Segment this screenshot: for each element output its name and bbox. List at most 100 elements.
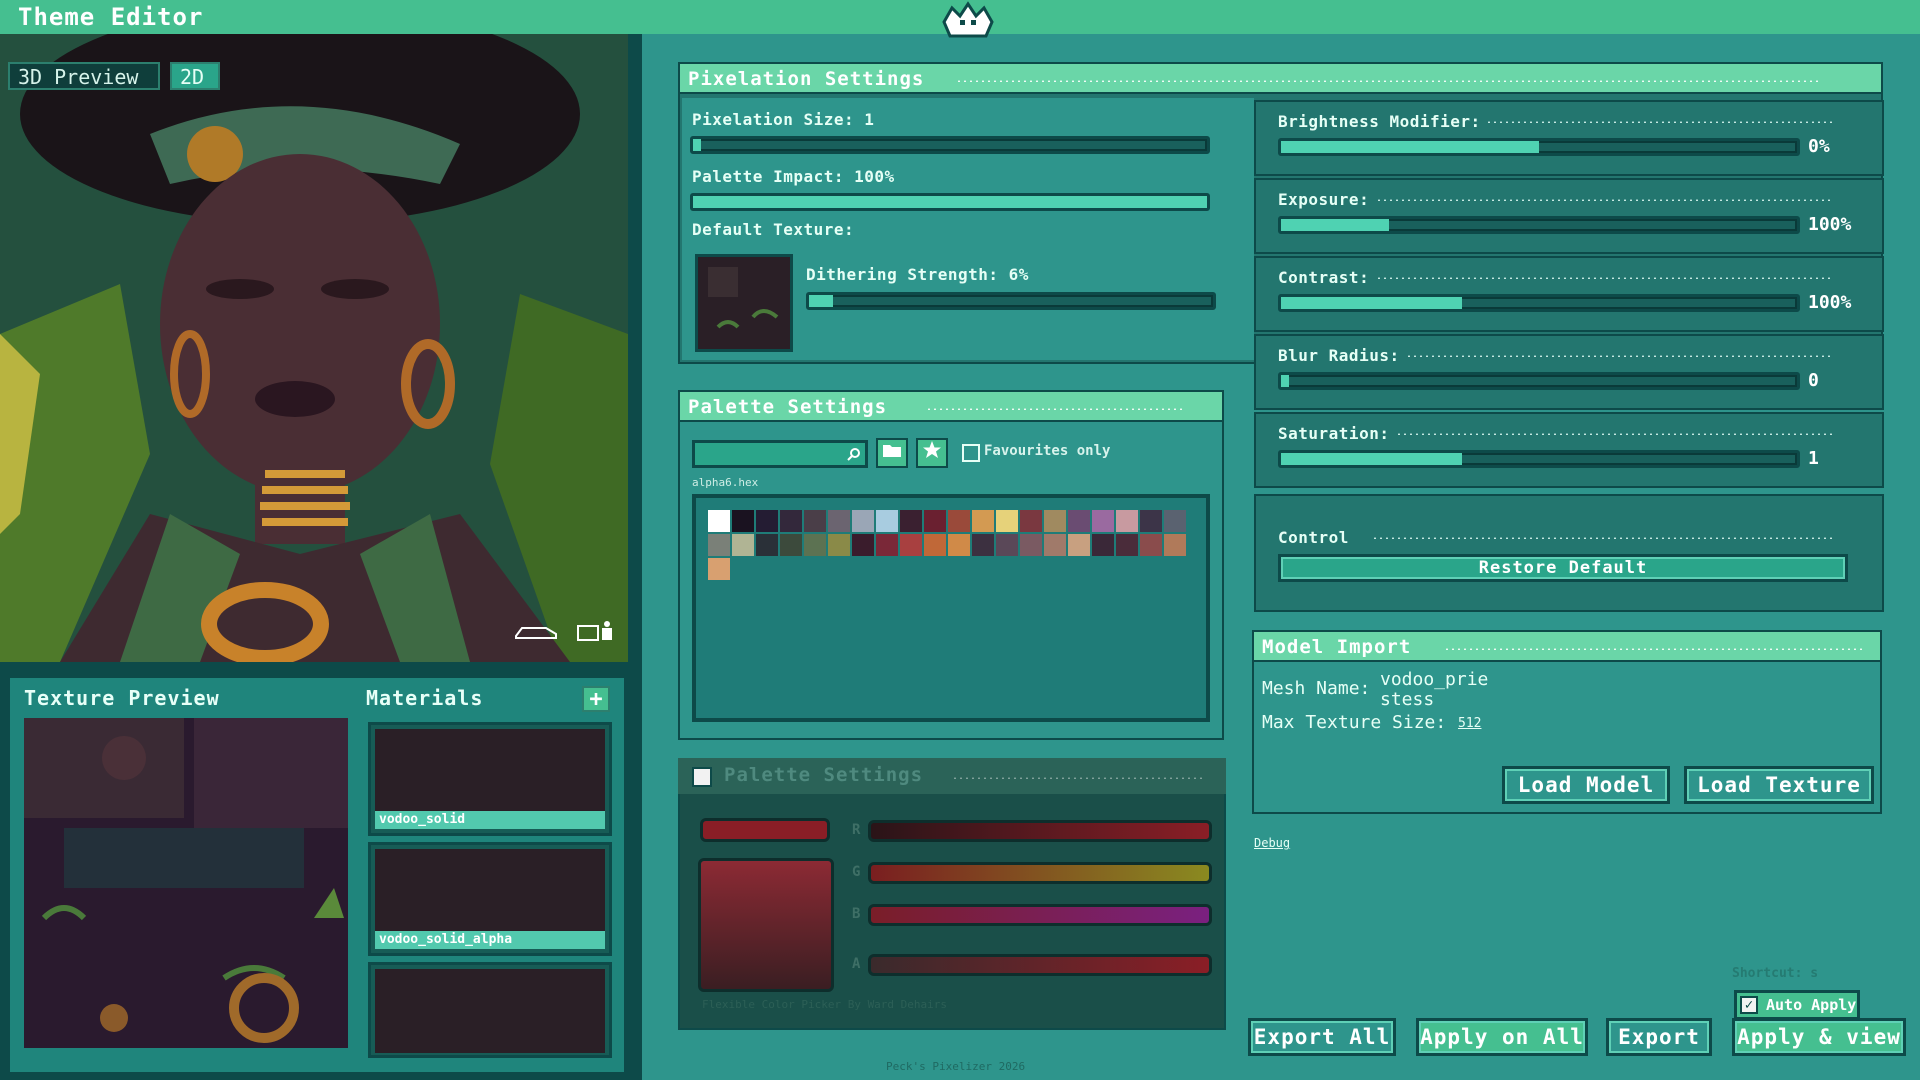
divider-dots: [952, 777, 1206, 779]
default-texture-label: Default Texture:: [692, 220, 854, 239]
palette-swatch[interactable]: [972, 534, 994, 556]
palette-swatch[interactable]: [1116, 510, 1138, 532]
palette-swatch[interactable]: [1116, 534, 1138, 556]
palette-file-name: alpha6.hex: [692, 476, 758, 489]
open-folder-button[interactable]: [876, 438, 908, 468]
load-model-button[interactable]: Load Model: [1502, 766, 1670, 804]
3d-preview-viewport[interactable]: [0, 34, 628, 662]
pixelation-size-slider[interactable]: [690, 136, 1210, 154]
palette-swatch[interactable]: [1020, 534, 1042, 556]
export-all-button[interactable]: Export All: [1248, 1018, 1396, 1056]
channel-r-slider[interactable]: [868, 820, 1212, 842]
palette-swatch[interactable]: [996, 510, 1018, 532]
favourites-only-checkbox[interactable]: [962, 444, 980, 462]
palette-swatch[interactable]: [972, 510, 994, 532]
restore-default-button[interactable]: Restore Default: [1278, 554, 1848, 582]
channel-b-slider[interactable]: [868, 904, 1212, 926]
palette-swatch[interactable]: [948, 510, 970, 532]
palette-swatch[interactable]: [1068, 534, 1090, 556]
palette-swatch[interactable]: [1020, 510, 1042, 532]
palette-swatch[interactable]: [876, 534, 898, 556]
divider-dots: [1376, 277, 1834, 279]
default-texture-thumbnail[interactable]: [695, 254, 793, 352]
palette-swatch[interactable]: [828, 534, 850, 556]
material-label: vodoo_solid_alpha: [375, 931, 605, 949]
adjustment-label: Contrast:: [1278, 268, 1369, 287]
adjustment-value: 100%: [1808, 292, 1851, 313]
palette-swatch[interactable]: [852, 510, 874, 532]
palette-swatch[interactable]: [780, 534, 802, 556]
palette-swatch[interactable]: [900, 510, 922, 532]
adjustment-value: 0: [1808, 370, 1819, 391]
favourite-button[interactable]: [916, 438, 948, 468]
palette-search-input[interactable]: [692, 440, 868, 468]
debug-link[interactable]: Debug: [1254, 836, 1290, 850]
color-field[interactable]: [698, 858, 834, 992]
apply-and-view-button[interactable]: Apply & view: [1732, 1018, 1906, 1056]
palette-swatch[interactable]: [1092, 534, 1114, 556]
palette-swatch[interactable]: [876, 510, 898, 532]
palette-swatch[interactable]: [1140, 534, 1162, 556]
palette-swatch[interactable]: [1164, 534, 1186, 556]
auto-apply-checkbox[interactable]: ✓: [1740, 996, 1758, 1014]
palette-swatch[interactable]: [1068, 510, 1090, 532]
tab-2d[interactable]: 2D: [170, 62, 220, 90]
material-card[interactable]: vodoo_solid: [368, 722, 612, 836]
palette-swatch[interactable]: [708, 510, 730, 532]
palette-swatch[interactable]: [996, 534, 1018, 556]
palette-swatch[interactable]: [924, 534, 946, 556]
palette-swatch[interactable]: [804, 510, 826, 532]
palette-swatch[interactable]: [852, 534, 874, 556]
palette-impact-slider[interactable]: [690, 193, 1210, 211]
palette-swatch[interactable]: [948, 534, 970, 556]
texture-preview-image: [24, 718, 348, 1048]
materials-title: Materials: [366, 686, 483, 710]
palette-swatch[interactable]: [828, 510, 850, 532]
material-card[interactable]: vodoo_solid_alpha: [368, 842, 612, 956]
footer-credit: Peck's Pixelizer 2026: [886, 1060, 1025, 1073]
adjustment-slider[interactable]: [1278, 372, 1800, 390]
mesh-name-label: Mesh Name:: [1262, 678, 1370, 699]
channel-g-label: G: [852, 864, 860, 880]
palette-swatch[interactable]: [1140, 510, 1162, 532]
palette-swatch[interactable]: [1092, 510, 1114, 532]
palette-swatch[interactable]: [924, 510, 946, 532]
adjustment-slider[interactable]: [1278, 216, 1800, 234]
channel-g-slider[interactable]: [868, 862, 1212, 884]
palette-swatch[interactable]: [732, 534, 754, 556]
color-picker-title: Palette Settings: [724, 764, 923, 786]
character-render: [0, 34, 628, 662]
max-texture-size-value[interactable]: 512: [1458, 716, 1481, 731]
divider-dots: [1396, 433, 1834, 435]
dithering-strength-slider[interactable]: [806, 292, 1216, 310]
palette-swatch[interactable]: [756, 510, 778, 532]
channel-a-slider[interactable]: [868, 954, 1212, 976]
material-thumbnail: [375, 849, 605, 933]
palette-swatch[interactable]: [1044, 534, 1066, 556]
palette-swatch[interactable]: [804, 534, 826, 556]
adjustment-label: Saturation:: [1278, 424, 1389, 443]
palette-swatch[interactable]: [1044, 510, 1066, 532]
export-button[interactable]: Export: [1606, 1018, 1712, 1056]
add-material-button[interactable]: +: [582, 686, 610, 712]
palette-swatch[interactable]: [708, 534, 730, 556]
palette-swatch[interactable]: [732, 510, 754, 532]
load-texture-button[interactable]: Load Texture: [1684, 766, 1874, 804]
apply-on-all-button[interactable]: Apply on All: [1416, 1018, 1588, 1056]
pixelation-header: Pixelation Settings: [678, 62, 1883, 94]
palette-swatch[interactable]: [1164, 510, 1186, 532]
palette-swatch[interactable]: [756, 534, 778, 556]
palette-swatch[interactable]: [900, 534, 922, 556]
mesh-name-value: vodoo_prie stess: [1380, 670, 1500, 710]
palette-swatch[interactable]: [780, 510, 802, 532]
tab-3d-preview[interactable]: 3D Preview: [8, 62, 160, 90]
adjustment-slider[interactable]: [1278, 138, 1800, 156]
color-picker-enable-checkbox[interactable]: [692, 767, 712, 787]
view-toggle-icons[interactable]: [512, 620, 622, 644]
old-color-swatch[interactable]: [700, 818, 830, 842]
adjustment-slider[interactable]: [1278, 294, 1800, 312]
palette-swatch[interactable]: [708, 558, 730, 580]
material-card[interactable]: [368, 962, 612, 1058]
adjustment-slider[interactable]: [1278, 450, 1800, 468]
model-import-header: Model Import: [1252, 630, 1882, 662]
